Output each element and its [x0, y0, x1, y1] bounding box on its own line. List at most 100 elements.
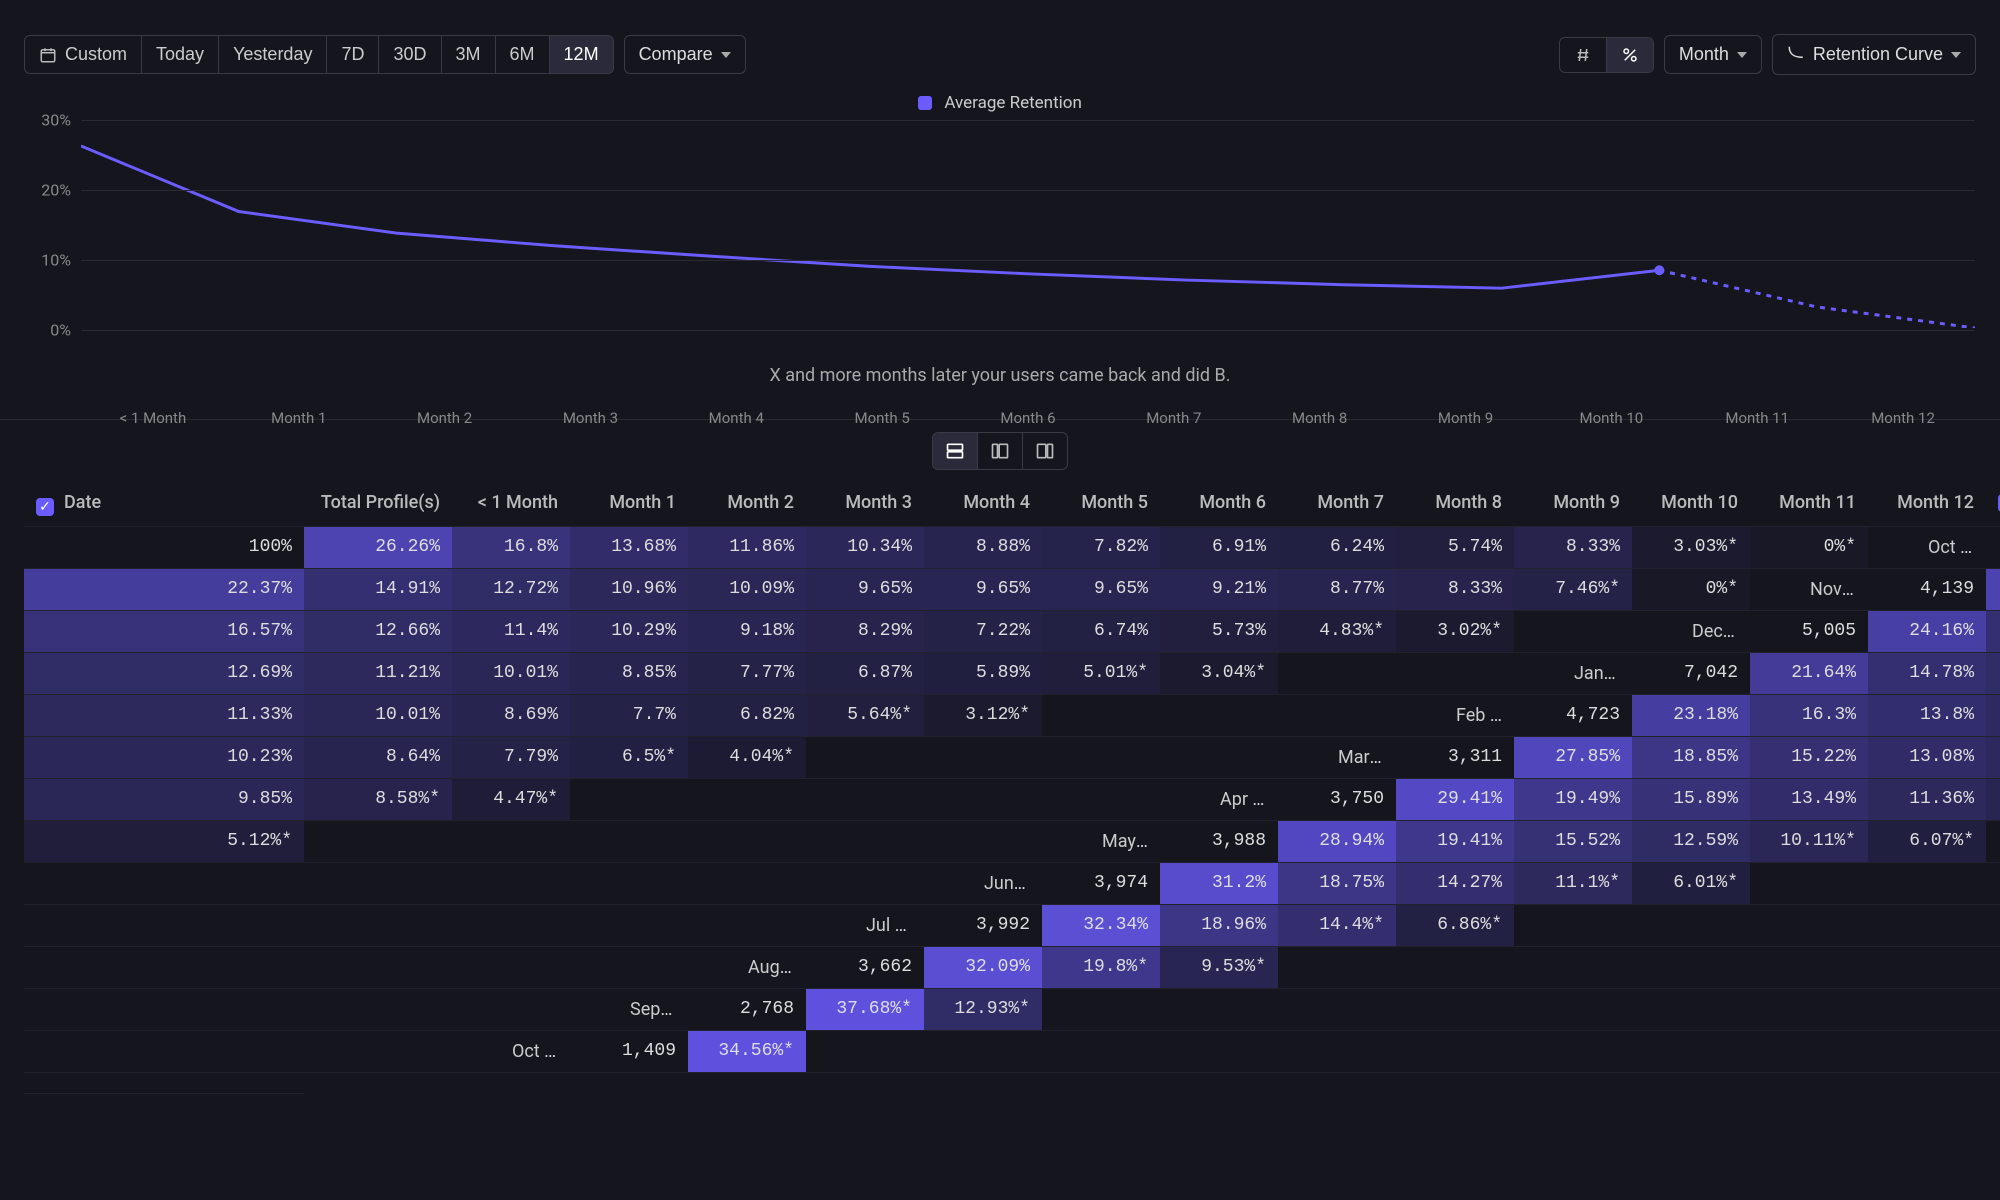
legend-label: Average Retention	[944, 93, 1082, 113]
table-row-date[interactable]: Dec 1, 2022	[1632, 611, 1750, 653]
retention-cell: 10.01%	[304, 695, 452, 737]
range-3m-button[interactable]: 3M	[442, 36, 496, 73]
retention-cell	[688, 863, 806, 905]
y-tick: 20%	[41, 181, 71, 200]
custom-range-button[interactable]: Custom	[25, 36, 142, 73]
col-month-8[interactable]: Month 8	[1396, 482, 1514, 527]
retention-cell	[1514, 611, 1632, 653]
retention-cell: 7.46%*	[1514, 569, 1632, 611]
retention-cell: 4.83%*	[1278, 611, 1396, 653]
summary-cell: 8.33%	[1514, 527, 1632, 569]
retention-cell: 12.74%	[1986, 653, 2000, 695]
range-yesterday-button[interactable]: Yesterday	[219, 36, 327, 73]
table-row-date[interactable]: Mar 1, 2023	[1278, 737, 1396, 779]
count-mode-button[interactable]	[1560, 38, 1607, 72]
retention-cell: 34.56%*	[688, 1031, 806, 1073]
retention-cell	[1632, 947, 1750, 989]
retention-cell: 9.65%	[1042, 569, 1160, 611]
table-row-date[interactable]: Nov 1, 2022	[1750, 569, 1868, 611]
col-month-10[interactable]: Month 10	[1632, 482, 1750, 527]
table-row-date[interactable]: Sep 1, 2023	[570, 989, 688, 1031]
table-row-date[interactable]: Jun 1, 2023	[924, 863, 1042, 905]
retention-cell: 9.18%	[688, 611, 806, 653]
summary-cell: 6.24%	[1278, 527, 1396, 569]
x-tick: Month 6	[955, 409, 1101, 427]
col-month-2[interactable]: Month 2	[688, 482, 806, 527]
compare-button[interactable]: Compare	[624, 35, 746, 74]
retention-cell: 8.77%	[1278, 569, 1396, 611]
summary-cell: 8.88%	[924, 527, 1042, 569]
total-cell: 2,768	[688, 989, 806, 1031]
range-7d-button[interactable]: 7D	[327, 36, 379, 73]
table-row-date[interactable]: Jul 1, 2023	[806, 905, 924, 947]
retention-cell: 8.29%	[806, 611, 924, 653]
retention-cell	[570, 821, 688, 863]
x-tick: Month 10	[1538, 409, 1684, 427]
retention-cell: 18.96%	[1160, 905, 1278, 947]
table-row-date[interactable]: Oct 1, 2023	[452, 1031, 570, 1073]
col-month-6[interactable]: Month 6	[1160, 482, 1278, 527]
percent-mode-button[interactable]	[1607, 38, 1653, 72]
retention-cell: 32.09%	[924, 947, 1042, 989]
chart-caption: X and more months later your users came …	[24, 365, 1976, 386]
retention-cell	[1042, 989, 1160, 1031]
layout-left-button[interactable]	[978, 433, 1023, 469]
col-month-5[interactable]: Month 5	[1042, 482, 1160, 527]
retention-cell	[452, 905, 570, 947]
col-month-3[interactable]: Month 3	[806, 482, 924, 527]
retention-cell	[924, 737, 1042, 779]
retention-cell: 21.64%	[1750, 653, 1868, 695]
table-row-date[interactable]: Apr 1, 2023	[1160, 779, 1278, 821]
col-date[interactable]: ✓Date	[24, 482, 304, 527]
retention-cell	[24, 1073, 304, 1094]
col-month-1[interactable]: Month 1	[570, 482, 688, 527]
toolbar: Custom TodayYesterday7D30D3M6M12M Compar…	[0, 0, 2000, 87]
range-today-button[interactable]: Today	[142, 36, 219, 73]
retention-cell: 10.11%*	[1750, 821, 1868, 863]
retention-cell: 29.41%	[1396, 779, 1514, 821]
layout-stacked-button[interactable]	[933, 433, 978, 469]
grid-line	[81, 190, 1975, 191]
retention-cell: 3.12%*	[924, 695, 1042, 737]
summary-row-label[interactable]: ✓Average Retention	[1986, 482, 2000, 527]
retention-curve-dropdown[interactable]: Retention Curve	[1772, 34, 1976, 75]
retention-chart: 0%10%20%30% < 1 MonthMonth 1Month 2Month…	[24, 119, 1976, 399]
retention-cell: 12.69%	[24, 653, 304, 695]
col-month-4[interactable]: Month 4	[924, 482, 1042, 527]
retention-cell: 12.66%	[304, 611, 452, 653]
col-month-11[interactable]: Month 11	[1750, 482, 1868, 527]
table-row-date[interactable]: May 1, 2023	[1042, 821, 1160, 863]
table-row-date[interactable]: Oct 29, 2022	[1868, 527, 1986, 569]
retention-cell: 8.85%	[570, 653, 688, 695]
chevron-down-icon	[1737, 52, 1747, 58]
retention-cell	[452, 863, 570, 905]
col-month-7[interactable]: Month 7	[1278, 482, 1396, 527]
range-12m-button[interactable]: 12M	[550, 36, 613, 73]
table-row-date[interactable]: Feb 1, 2023	[1396, 695, 1514, 737]
range-6m-button[interactable]: 6M	[496, 36, 550, 73]
retention-cell: 31.2%	[1160, 863, 1278, 905]
x-tick: Month 8	[1247, 409, 1393, 427]
y-axis: 0%10%20%30%	[25, 120, 75, 328]
total-cell: 228	[1986, 527, 2000, 569]
retention-cell	[24, 905, 304, 947]
retention-cell: 8.58%*	[304, 779, 452, 821]
grouping-dropdown[interactable]: Month	[1664, 35, 1762, 74]
col-month-12[interactable]: Month 12	[1868, 482, 1986, 527]
retention-cell: 10.23%	[24, 737, 304, 779]
table-row-date[interactable]: Aug 1, 2023	[688, 947, 806, 989]
col-total-profile(s)[interactable]: Total Profile(s)	[304, 482, 452, 527]
layout-right-button[interactable]	[1023, 433, 1067, 469]
x-tick: < 1 Month	[80, 409, 226, 427]
col-month-9[interactable]: Month 9	[1514, 482, 1632, 527]
range-30d-button[interactable]: 30D	[379, 36, 441, 73]
table-row-date[interactable]: Jan 1, 2023	[1514, 653, 1632, 695]
value-mode-group	[1559, 37, 1654, 73]
retention-cell: 37.68%*	[806, 989, 924, 1031]
retention-cell: 23.18%	[1632, 695, 1750, 737]
select-all-checkbox[interactable]: ✓	[36, 498, 54, 516]
retention-cell	[924, 779, 1042, 821]
retention-cell: 9.49%*	[1986, 779, 2000, 821]
retention-cell: 9.65%	[806, 569, 924, 611]
col-<-1-month[interactable]: < 1 Month	[452, 482, 570, 527]
